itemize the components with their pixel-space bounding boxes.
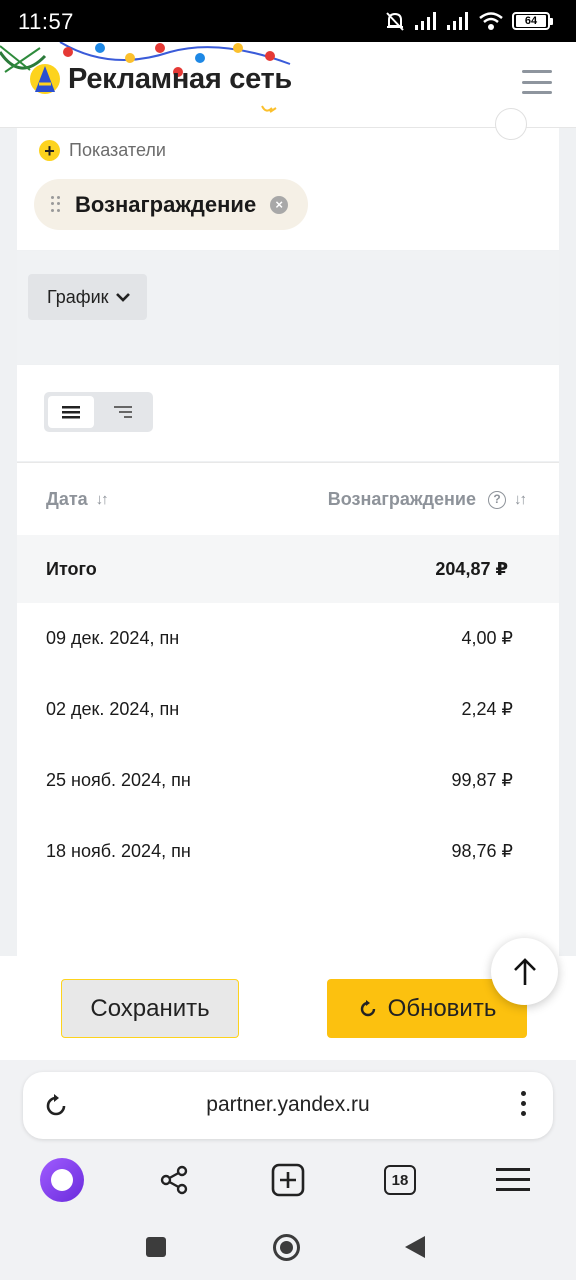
tabs-button[interactable]: 18	[378, 1158, 422, 1202]
table-row: 09 дек. 2024, пн 4,00 ₽	[17, 603, 559, 674]
table-row: 18 нояб. 2024, пн 98,76 ₽	[17, 816, 559, 887]
browser-toolbar: 18	[0, 1158, 576, 1202]
drag-handle-icon[interactable]	[51, 195, 61, 214]
brand-name: Рекламная сеть	[68, 62, 292, 95]
brand[interactable]: Рекламная сеть	[28, 62, 292, 96]
column-reward-label: Вознаграждение	[327, 489, 476, 509]
address-bar[interactable]: partner.yandex.ru	[23, 1072, 553, 1139]
action-bar: Сохранить Обновить	[0, 956, 576, 1060]
row-date: 02 дек. 2024, пн	[46, 699, 180, 719]
alice-icon	[40, 1158, 84, 1202]
total-value: 204,87 ₽	[435, 559, 508, 579]
total-row: Итого 204,87 ₽	[17, 535, 559, 603]
url-text[interactable]: partner.yandex.ru	[23, 1093, 553, 1117]
column-header-reward[interactable]: Вознаграждение ? ↓↑	[327, 489, 527, 510]
add-indicator-button[interactable]: + Показатели	[39, 140, 166, 161]
close-icon[interactable]: ×	[270, 195, 289, 214]
save-button-label: Сохранить	[90, 994, 210, 1022]
row-value: 2,24 ₽	[461, 699, 514, 719]
row-date: 09 дек. 2024, пн	[46, 628, 180, 648]
sort-icon[interactable]: ↓↑	[96, 491, 109, 508]
muted-bell-icon	[386, 12, 404, 31]
wifi-icon	[479, 12, 503, 30]
row-value: 98,76 ₽	[451, 841, 514, 861]
arrow-up-icon	[513, 957, 536, 985]
plus-icon: +	[39, 140, 60, 161]
stats-table: Дата ↓↑ Вознаграждение ? ↓↑ Итого 204,87…	[17, 462, 559, 956]
row-value: 4,00 ₽	[461, 628, 514, 648]
menu-icon[interactable]	[522, 70, 552, 94]
sort-icon[interactable]: ↓↑	[514, 491, 527, 508]
browser-chrome: partner.yandex.ru 18	[0, 1060, 576, 1280]
menu-icon	[496, 1168, 530, 1191]
scroll-to-top-button[interactable]	[491, 938, 558, 1005]
chevron-down-icon	[115, 293, 130, 302]
more-icon[interactable]	[521, 1091, 527, 1116]
status-bar: 11:57 64	[0, 0, 576, 42]
share-icon	[160, 1165, 188, 1195]
row-date: 25 нояб. 2024, пн	[46, 770, 191, 790]
add-indicator-label: Показатели	[69, 140, 166, 160]
signal-icon	[447, 12, 468, 30]
tabs-count-icon: 18	[384, 1165, 416, 1195]
save-button[interactable]: Сохранить	[61, 979, 239, 1038]
column-date-label: Дата	[46, 489, 88, 509]
tree-view-button[interactable]	[100, 396, 146, 428]
list-icon	[62, 406, 80, 419]
battery-icon: 64	[512, 12, 553, 30]
total-label: Итого	[46, 559, 97, 579]
indicator-chip[interactable]: Вознаграждение ×	[34, 179, 309, 230]
app-header: Рекламная сеть	[0, 42, 576, 128]
indicator-chip-label: Вознаграждение	[75, 191, 257, 217]
new-tab-button[interactable]	[266, 1158, 310, 1202]
tree-list-icon	[114, 406, 132, 418]
plus-square-icon	[271, 1163, 305, 1197]
recents-icon[interactable]	[146, 1237, 166, 1257]
table-row: 02 дек. 2024, пн 2,24 ₽	[17, 674, 559, 745]
row-date: 18 нояб. 2024, пн	[46, 841, 191, 861]
status-time: 11:57	[18, 9, 74, 34]
refresh-icon	[360, 999, 375, 1016]
graph-section: График	[17, 251, 559, 364]
browser-menu-button[interactable]	[491, 1158, 535, 1202]
signal-icon	[415, 12, 436, 30]
column-header-date[interactable]: Дата ↓↑	[46, 489, 109, 510]
help-icon[interactable]: ?	[488, 490, 506, 509]
table-header: Дата ↓↑ Вознаграждение ? ↓↑	[17, 462, 559, 534]
system-navigation-bar	[0, 1222, 576, 1272]
list-view-button[interactable]	[48, 396, 94, 428]
back-icon[interactable]	[405, 1236, 425, 1258]
top-circle-button[interactable]	[495, 108, 527, 140]
home-icon[interactable]	[273, 1234, 300, 1261]
share-button[interactable]	[152, 1158, 196, 1202]
table-row: 25 нояб. 2024, пн 99,87 ₽	[17, 745, 559, 816]
view-toggle	[44, 392, 153, 432]
status-icons: 64	[384, 10, 553, 32]
alice-button[interactable]	[40, 1158, 84, 1202]
battery-level: 64	[516, 15, 546, 27]
graph-dropdown-label: График	[47, 286, 109, 307]
yandex-logo-icon	[30, 64, 60, 94]
row-value: 99,87 ₽	[451, 770, 514, 790]
refresh-button-label: Обновить	[387, 994, 497, 1022]
graph-dropdown-button[interactable]: График	[28, 274, 147, 320]
view-toggle-section	[17, 365, 559, 461]
indicators-section: + Показатели Вознаграждение ×	[17, 108, 559, 250]
